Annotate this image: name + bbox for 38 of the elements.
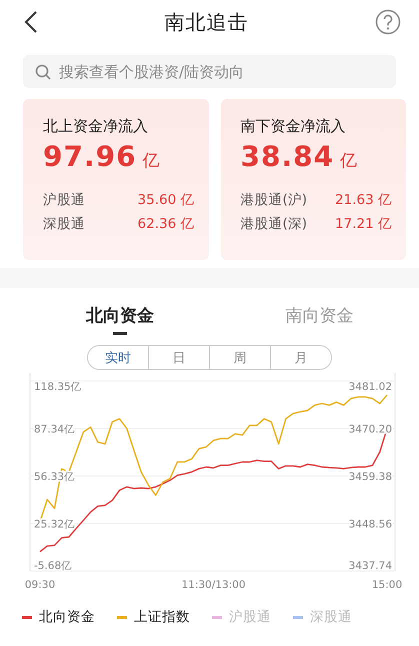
search-field[interactable]: 搜索查看个股港资/陆资动向 — [23, 55, 396, 88]
row-label: 港股通(沪) — [240, 191, 308, 209]
y-axis-label: 3448.56 — [348, 518, 392, 530]
search-icon — [35, 64, 51, 80]
y-axis-label: 25.32亿 — [34, 518, 76, 530]
y-axis-label: 3459.38 — [348, 471, 392, 483]
row-value: 17.21 亿 — [335, 215, 392, 233]
x-axis-label: 09:30 — [24, 579, 56, 591]
card-title: 南下资金净流入 — [240, 117, 346, 136]
back-icon[interactable] — [24, 11, 38, 33]
tab[interactable]: 南向资金 — [220, 298, 419, 337]
row-label: 深股通 — [43, 215, 85, 233]
y-axis-label: 3470.20 — [348, 424, 392, 436]
card-title: 北上资金净流入 — [43, 117, 149, 136]
row-label: 沪股通 — [43, 191, 85, 209]
amount-unit: 亿 — [142, 150, 160, 172]
amount-value: 38.84 — [240, 140, 334, 173]
x-axis-label: 11:30/13:00 — [181, 579, 246, 591]
row-value: 35.60 亿 — [138, 191, 194, 209]
period-button[interactable]: 月 — [270, 346, 331, 369]
y-axis-label: 87.34亿 — [34, 424, 76, 436]
legend-label[interactable]: 上证指数 — [134, 608, 190, 626]
y-axis-label: 3437.74 — [348, 560, 392, 572]
row-value: 21.63 亿 — [335, 191, 392, 209]
row-label: 港股通(深) — [240, 215, 308, 233]
amount-value: 97.96 — [43, 140, 137, 173]
x-axis-label: 15:00 — [372, 579, 402, 591]
help-icon[interactable] — [375, 9, 401, 35]
page-title: 南北追击 — [164, 8, 248, 36]
legend-label[interactable]: 沪股通 — [229, 608, 271, 626]
tab[interactable]: 北向资金 — [20, 298, 220, 337]
y-axis-label: 118.35亿 — [34, 381, 82, 393]
y-axis-label: 3481.02 — [348, 381, 392, 393]
row-value: 62.36 亿 — [138, 215, 194, 233]
y-axis-label: -5.68亿 — [34, 560, 72, 572]
amount-unit: 亿 — [340, 150, 358, 172]
legend-label[interactable]: 北向资金 — [39, 608, 95, 626]
legend-label[interactable]: 深股通 — [310, 608, 352, 626]
